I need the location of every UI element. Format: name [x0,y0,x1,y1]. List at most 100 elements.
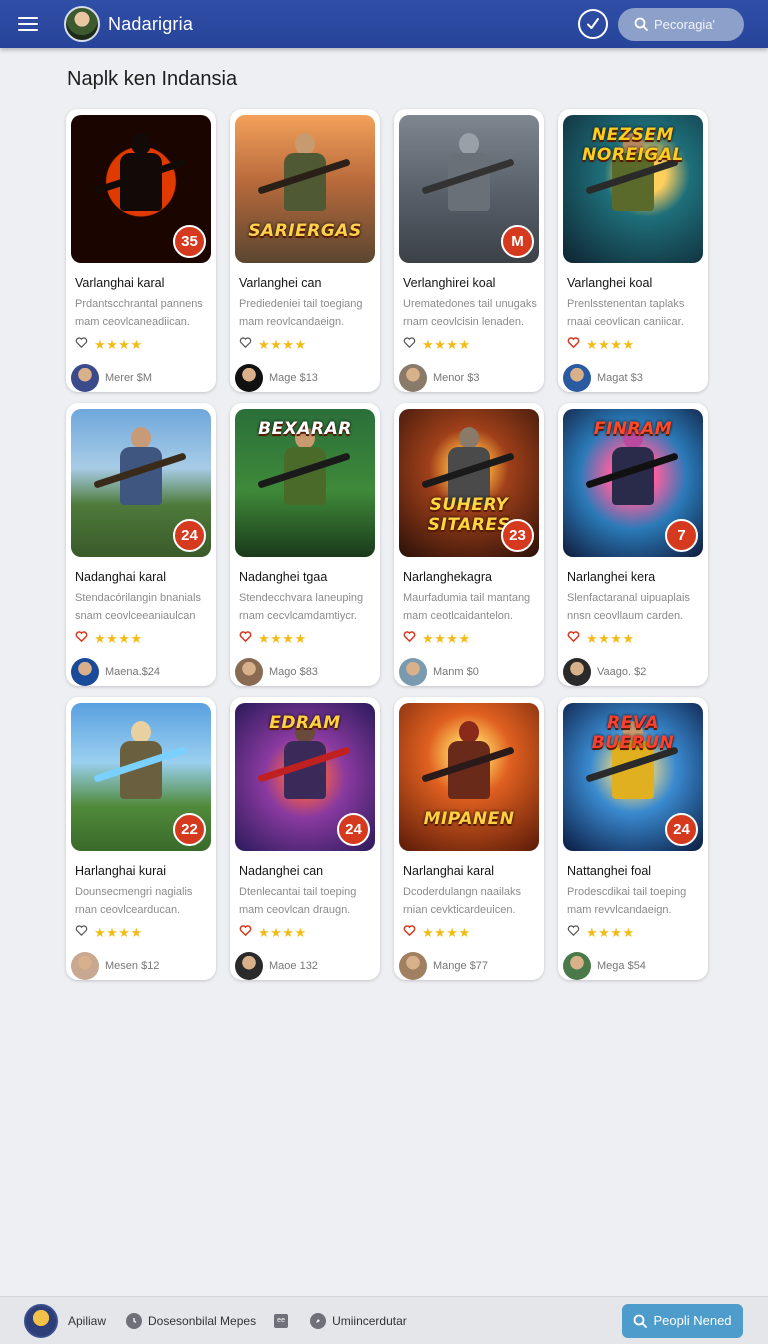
game-thumbnail[interactable]: 24 [71,409,211,557]
author-avatar[interactable] [235,364,263,392]
game-card[interactable]: EDRAM 24 Nadanghei can Dtenlecantai tail… [230,697,380,980]
author-label: Menor $3 [433,372,480,384]
heart-icon[interactable] [403,630,416,648]
bottom-item-apiliaw[interactable]: Apiliaw [68,1314,106,1328]
author-row: Maoe 132 [235,952,375,980]
hero-figure [257,132,351,233]
heart-icon[interactable] [567,630,580,648]
author-avatar[interactable] [235,952,263,980]
game-logo-text: EDRAM [269,713,341,733]
author-label: Manm $0 [433,666,479,678]
game-thumbnail[interactable]: EDRAM 24 [235,703,375,851]
author-avatar[interactable] [71,658,99,686]
heart-icon[interactable] [403,336,416,354]
rating-row: ★★★★ [75,925,211,941]
top-app-bar: Nadarigria Pecoragia' [0,0,768,48]
game-thumbnail[interactable]: REVA BUERUN 24 [563,703,703,851]
author-avatar[interactable] [71,364,99,392]
heart-icon[interactable] [75,336,88,354]
rating-row: ★★★★ [75,337,211,353]
search-input[interactable]: Pecoragia' [618,7,744,41]
star-rating: ★★★★ [586,631,635,646]
game-thumbnail[interactable]: SARIERGAS [235,115,375,263]
hero-figure [585,426,679,527]
hero-figure [93,720,187,821]
game-thumbnail[interactable]: SUHERY SITARES 23 [399,409,539,557]
card-title: Varlanghai karal [75,276,165,290]
game-card[interactable]: 24 Nadanghai karal Stendacórilangin bnan… [66,403,216,686]
bottom-item-mepes[interactable]: Dosesonbilal Mepes [126,1312,256,1329]
app-avatar[interactable] [64,6,100,42]
card-description: Dcoderdulangn naailaks rnian cevkticarde… [403,886,522,916]
author-row: Magat $3 [563,364,703,392]
bottom-item-umiincerdutar[interactable]: ee Umiincerdutar [274,1312,407,1329]
author-label: Mage $13 [269,372,318,384]
author-label: Magat $3 [597,372,643,384]
author-avatar[interactable] [399,658,427,686]
heart-icon[interactable] [239,924,252,942]
heart-icon[interactable] [403,924,416,942]
author-avatar[interactable] [235,658,263,686]
rank-badge: 22 [173,813,206,846]
bottom-item-label: Apiliaw [68,1313,107,1328]
game-card[interactable]: REVA BUERUN 24 Nattanghei foal Prodescdi… [558,697,708,980]
game-thumbnail[interactable]: M [399,115,539,263]
search-icon [634,17,648,31]
heart-icon[interactable] [239,336,252,354]
author-avatar[interactable] [71,952,99,980]
rank-badge: 35 [173,225,206,258]
card-title: Nattanghei foal [567,864,652,878]
people-needed-button[interactable]: Peopli Nened [622,1303,743,1338]
star-rating: ★★★★ [422,337,471,352]
author-avatar[interactable] [563,364,591,392]
author-avatar[interactable] [399,364,427,392]
rating-row: ★★★★ [567,925,703,941]
card-title: Varlanghei can [239,276,322,290]
game-logo-text: NEZSEM NOREIGAL [582,125,684,165]
star-rating: ★★★★ [586,925,635,940]
bottom-item-label: Umiincerdutar [332,1313,407,1328]
heart-icon[interactable] [75,630,88,648]
hero-figure [421,720,515,821]
compass-icon [310,1312,327,1329]
rank-badge: 24 [173,519,206,552]
card-title: Nadanghai karal [75,570,167,584]
heart-icon[interactable] [239,630,252,648]
user-avatar[interactable] [24,1303,58,1338]
author-avatar[interactable] [563,952,591,980]
game-thumbnail[interactable]: FINRAM 7 [563,409,703,557]
game-thumbnail[interactable]: BEXARAR [235,409,375,557]
author-avatar[interactable] [563,658,591,686]
game-logo-text: SARIERGAS [248,221,362,241]
heart-icon[interactable] [567,336,580,354]
heart-icon[interactable] [567,924,580,942]
game-thumbnail[interactable]: NEZSEM NOREIGAL [563,115,703,263]
game-card[interactable]: SARIERGAS Varlanghei can Prediedeniei ta… [230,109,380,392]
game-card[interactable]: SUHERY SITARES 23 Narlanghekagra Maurfad… [394,403,544,686]
author-avatar[interactable] [399,952,427,980]
check-icon[interactable] [578,9,608,39]
author-row: Mesen $12 [71,952,211,980]
hero-figure [93,132,187,233]
game-thumbnail[interactable]: MIPANEN [399,703,539,851]
game-thumbnail[interactable]: 35 [71,115,211,263]
bottom-bar: Apiliaw Dosesonbilal Mepes ee Umiincerdu… [0,1296,768,1344]
game-thumbnail[interactable]: 22 [71,703,211,851]
game-card[interactable]: 22 Harlanghai kurai Dounsecmengri nagial… [66,697,216,980]
rating-row: ★★★★ [403,631,539,647]
star-rating: ★★★★ [258,631,307,646]
card-description: Prenlsstenentan taplaks rnaai ceovlican … [567,298,685,328]
game-card[interactable]: MIPANEN Narlanghai karal Dcoderdulangn n… [394,697,544,980]
game-card[interactable]: 35 Varlanghai karal Prdantscchrantal pan… [66,109,216,392]
star-rating: ★★★★ [258,337,307,352]
rank-badge: 24 [665,813,698,846]
author-label: Merer $M [105,372,153,384]
game-card[interactable]: FINRAM 7 Narlanghei kera Slenfactaranal … [558,403,708,686]
game-logo-text: MIPANEN [423,809,515,829]
hamburger-menu-icon[interactable] [8,4,48,44]
game-card[interactable]: M Verlanghirei koal Urematedones tail un… [394,109,544,392]
game-card[interactable]: NEZSEM NOREIGAL Varlanghei koal Prenlsst… [558,109,708,392]
card-title: Nadanghei tgaa [239,570,328,584]
heart-icon[interactable] [75,924,88,942]
game-card[interactable]: BEXARAR Nadanghei tgaa Stendecchvara lan… [230,403,380,686]
